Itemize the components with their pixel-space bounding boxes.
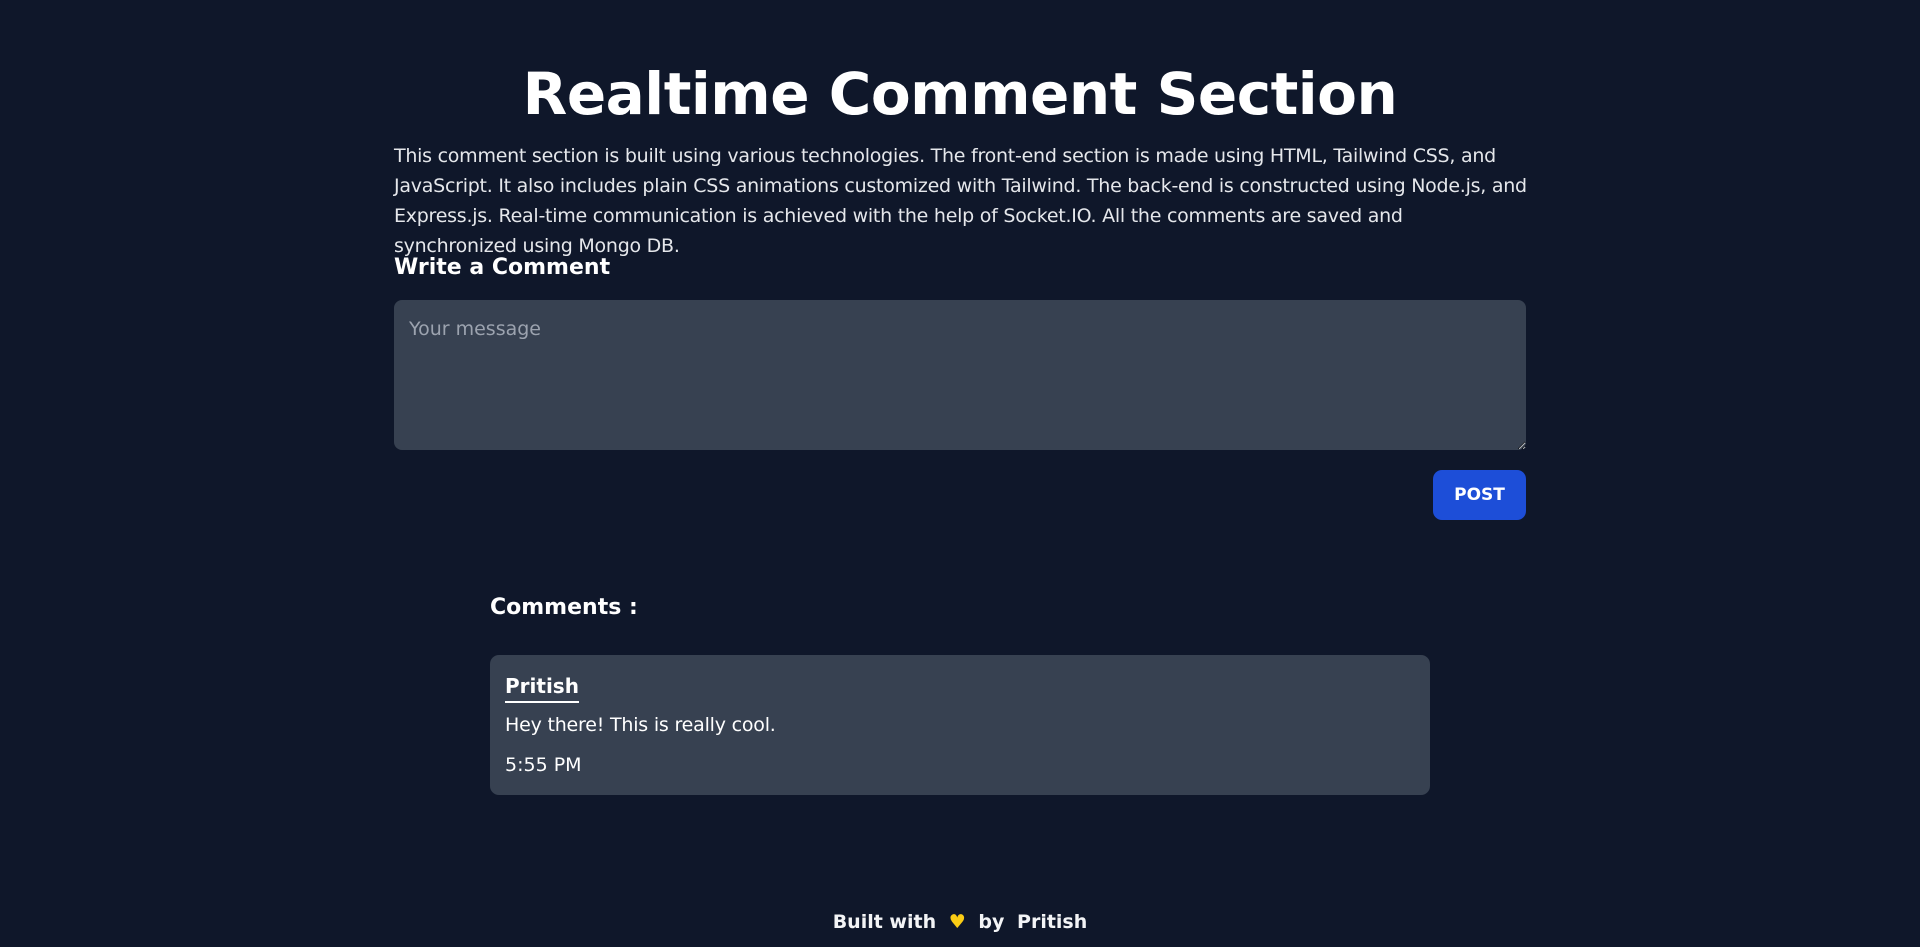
comment-page: Realtime Comment Section This comment se… (0, 0, 1920, 947)
comment-card: Pritish Hey there! This is really cool. … (490, 655, 1430, 795)
comment-time: 5:55 PM (505, 754, 582, 776)
footer-author: Pritish (1017, 911, 1088, 933)
write-comment-heading: Write a Comment (394, 255, 611, 280)
page-title: Realtime Comment Section (522, 60, 1398, 128)
heart-icon: ♥ (948, 911, 966, 933)
footer-built-with: Built with (832, 911, 937, 933)
post-button[interactable]: POST (1433, 470, 1526, 520)
comment-author: Pritish (505, 673, 579, 703)
comment-message: Hey there! This is really cool. (505, 714, 776, 736)
footer-by: by (978, 911, 1005, 933)
page-description: This comment section is built using vari… (394, 145, 1527, 257)
message-input[interactable] (394, 300, 1526, 450)
footer: Built with ♥ by Pritish (0, 907, 1920, 937)
comments-heading: Comments : (490, 595, 638, 620)
